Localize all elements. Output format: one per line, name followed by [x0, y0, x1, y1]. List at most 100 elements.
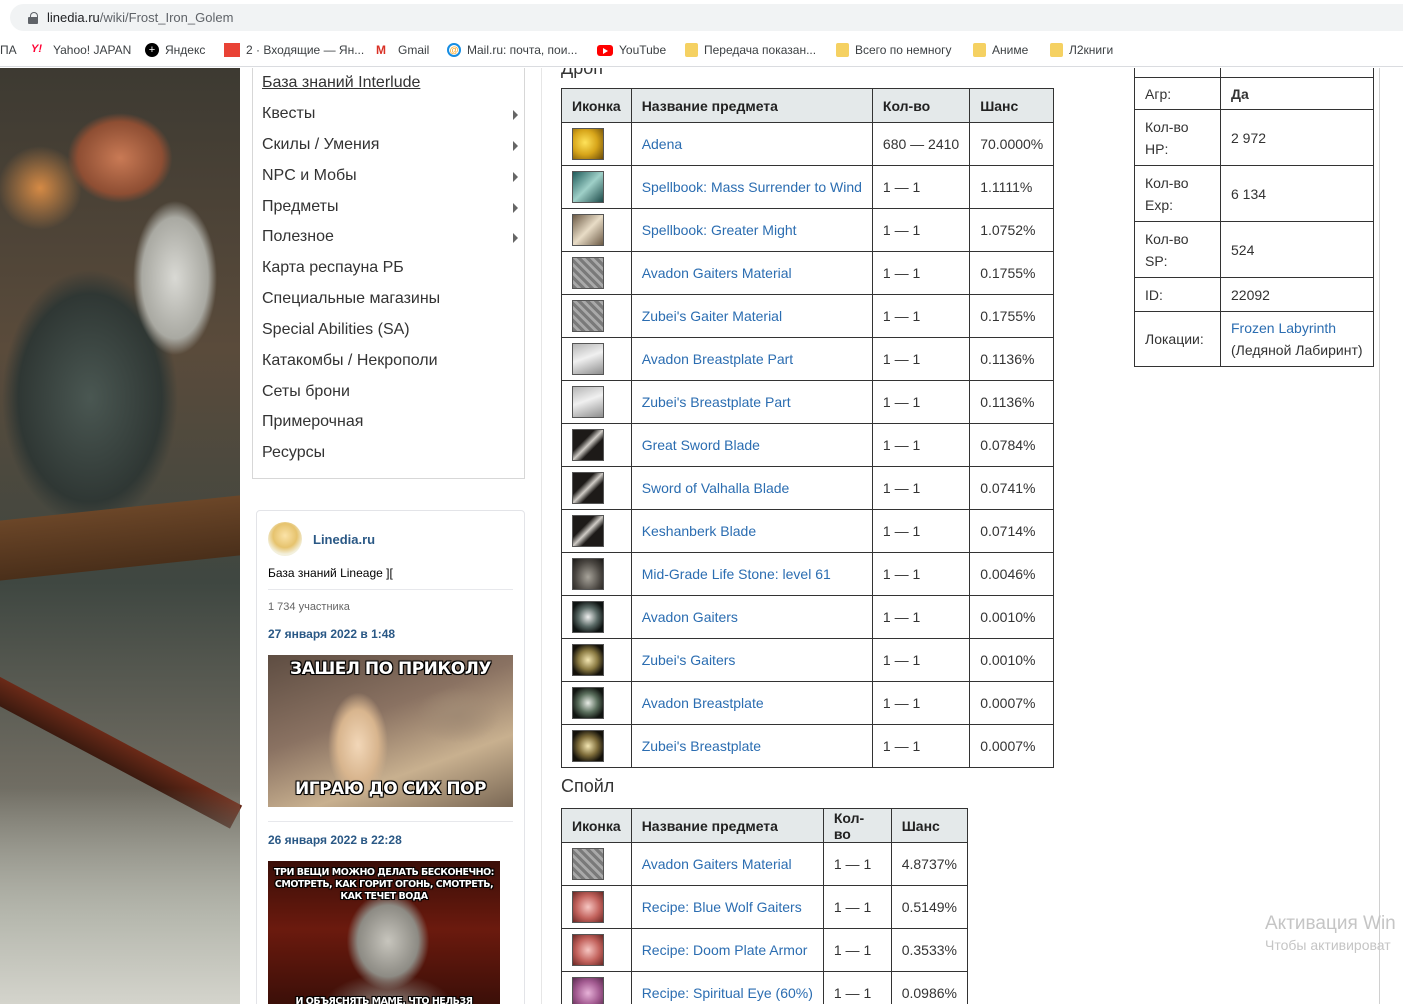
item-link[interactable]: Recipe: Doom Plate Armor	[630, 928, 824, 972]
table-header-row: Иконка Название предмета Кол-во Шанс	[561, 808, 969, 843]
item-link[interactable]: Zubei's Gaiters	[630, 638, 873, 682]
info-row	[1134, 68, 1374, 78]
chance-cell: 0.0010%	[969, 638, 1055, 682]
bookmark-folder-1[interactable]: Передача показан...	[685, 42, 816, 58]
breastplate-icon[interactable]	[572, 730, 604, 762]
item-link[interactable]: Sword of Valhalla Blade	[630, 466, 873, 510]
item-link[interactable]: Zubei's Breastplate	[630, 724, 873, 768]
chance-cell: 0.1755%	[969, 294, 1055, 338]
bookmark-label: Яндекс	[165, 43, 206, 57]
chance-cell: 4.8737%	[890, 842, 969, 886]
item-link[interactable]: Great Sword Blade	[630, 423, 873, 467]
recipe-icon[interactable]	[572, 977, 604, 1004]
item-link[interactable]: Avadon Gaiters Material	[630, 842, 824, 886]
bookmark-gmail[interactable]: M Gmail	[376, 42, 429, 58]
vk-post-date[interactable]: 27 января 2022 в 1:48	[268, 627, 395, 641]
item-link[interactable]: Recipe: Blue Wolf Gaiters	[630, 885, 824, 929]
item-link[interactable]: Zubei's Breastplate Part	[630, 380, 873, 424]
menu-item-label: База знаний Interlude	[262, 74, 421, 91]
item-link[interactable]: Avadon Gaiters	[630, 595, 873, 639]
material-icon[interactable]	[572, 257, 604, 289]
recipe-icon[interactable]	[572, 891, 604, 923]
bookmark-folder-2[interactable]: Всего по немногу	[836, 42, 952, 58]
bookmark-label: Передача показан...	[704, 43, 817, 57]
web-page: База знаний Interlude Квесты Скилы / Уме…	[0, 68, 1403, 1004]
item-link[interactable]: Zubei's Gaiter Material	[630, 294, 873, 338]
info-label: Кол-во SP:	[1134, 221, 1221, 278]
bookmark-mailru[interactable]: @ Mail.ru: почта, пои...	[447, 42, 577, 58]
item-link[interactable]: Mid-Grade Life Stone: level 61	[630, 552, 873, 596]
menu-item-catacombs[interactable]: Катакомбы / Некрополи	[262, 352, 520, 376]
info-label: Кол-во HP:	[1134, 109, 1221, 166]
vk-members-count[interactable]: 1 734 участника	[268, 601, 350, 613]
vk-post-image[interactable]: ЗАШЕЛ ПО ПРИКОЛУ ИГРАЮ ДО СИХ ПОР	[268, 655, 513, 807]
bookmark-youtube[interactable]: YouTube	[597, 42, 666, 58]
chance-cell: 1.0752%	[969, 208, 1055, 252]
table-row: Avadon Gaiters 1 — 1 0.0010%	[561, 595, 1055, 639]
part-icon[interactable]	[572, 386, 604, 418]
menu-item-resources[interactable]: Ресурсы	[262, 444, 520, 468]
url-text[interactable]: linedia.ru/wiki/Frost_Iron_Golem	[47, 10, 233, 25]
bookmark-label: ПА	[0, 43, 17, 57]
icon-cell	[561, 885, 632, 929]
spellbook-icon[interactable]	[572, 171, 604, 203]
bookmark-folder-3[interactable]: Аниме	[973, 42, 1028, 58]
qty-cell: 1 — 1	[871, 165, 971, 209]
vk-post-date[interactable]: 26 января 2022 в 22:28	[268, 833, 402, 847]
meme-caption-top: ТРИ ВЕЩИ МОЖНО ДЕЛАТЬ БЕСКОНЕЧНО: СМОТРЕ…	[274, 867, 494, 902]
item-link[interactable]: Keshanberk Blade	[630, 509, 873, 553]
menu-item-label: Специальные магазины	[262, 290, 441, 307]
qty-cell: 1 — 1	[871, 681, 971, 725]
bookmark-yandex-mail[interactable]: 2 · Входящие — Ян...	[224, 42, 364, 58]
part-icon[interactable]	[572, 343, 604, 375]
life-stone-icon[interactable]	[572, 558, 604, 590]
table-row: Spellbook: Mass Surrender to Wind 1 — 1 …	[561, 165, 1055, 209]
divider	[268, 821, 513, 822]
menu-item-npc[interactable]: NPC и Мобы	[262, 167, 520, 191]
item-link[interactable]: Spellbook: Greater Might	[630, 208, 873, 252]
menu-item-useful[interactable]: Полезное	[262, 228, 520, 252]
column-header: Иконка	[561, 808, 632, 843]
material-icon[interactable]	[572, 848, 604, 880]
item-link[interactable]: Avadon Breastplate Part	[630, 337, 873, 381]
bookmark-yandex[interactable]: + Яндекс	[145, 42, 205, 58]
menu-item-items[interactable]: Предметы	[262, 198, 520, 222]
avatar[interactable]	[268, 522, 302, 556]
menu-item-skills[interactable]: Скилы / Умения	[262, 136, 520, 160]
blade-icon[interactable]	[572, 429, 604, 461]
material-icon[interactable]	[572, 300, 604, 332]
menu-item-label: Квесты	[262, 105, 316, 122]
blade-icon[interactable]	[572, 515, 604, 547]
windows-activation-subtext: Чтобы активироват	[1265, 937, 1391, 953]
bookmark-yahoo[interactable]: Y! Yahoo! JAPAN	[31, 42, 131, 58]
menu-item-fitting-room[interactable]: Примерочная	[262, 413, 520, 437]
item-link[interactable]: Recipe: Spiritual Eye (60%)	[630, 971, 824, 1004]
menu-item-armor-sets[interactable]: Сеты брони	[262, 383, 520, 407]
spellbook-icon[interactable]	[572, 214, 604, 246]
location-link[interactable]: Frozen Labyrinth	[1231, 320, 1336, 336]
adena-icon[interactable]	[572, 128, 604, 160]
item-link[interactable]: Avadon Breastplate	[630, 681, 873, 725]
vk-group-name[interactable]: Linedia.ru	[313, 532, 375, 547]
menu-item-knowledge-base[interactable]: База знаний Interlude	[262, 74, 520, 98]
lock-icon[interactable]	[28, 12, 38, 24]
gaiters-icon[interactable]	[572, 644, 604, 676]
address-bar[interactable]: linedia.ru/wiki/Frost_Iron_Golem	[10, 4, 1403, 31]
menu-item-special-shops[interactable]: Специальные магазины	[262, 290, 520, 314]
bookmark-pa[interactable]: ПА	[0, 42, 17, 58]
item-link[interactable]: Avadon Gaiters Material	[630, 251, 873, 295]
recipe-icon[interactable]	[572, 934, 604, 966]
vk-post-image[interactable]: ТРИ ВЕЩИ МОЖНО ДЕЛАТЬ БЕСКОНЕЧНО: СМОТРЕ…	[268, 861, 500, 1004]
meme-caption-bottom: ИГРАЮ ДО СИХ ПОР	[295, 779, 486, 799]
bookmark-folder-4[interactable]: Л2книги	[1050, 42, 1113, 58]
menu-item-rb-map[interactable]: Карта респауна РБ	[262, 259, 520, 283]
menu-item-special-abilities[interactable]: Special Abilities (SA)	[262, 321, 520, 345]
breastplate-icon[interactable]	[572, 687, 604, 719]
item-link[interactable]: Adena	[630, 122, 873, 166]
column-header: Шанс	[969, 88, 1055, 123]
menu-item-quests[interactable]: Квесты	[262, 105, 520, 129]
item-link[interactable]: Spellbook: Mass Surrender to Wind	[630, 165, 873, 209]
table-row: Avadon Breastplate Part 1 — 1 0.1136%	[561, 337, 1055, 381]
blade-icon[interactable]	[572, 472, 604, 504]
gaiters-icon[interactable]	[572, 601, 604, 633]
